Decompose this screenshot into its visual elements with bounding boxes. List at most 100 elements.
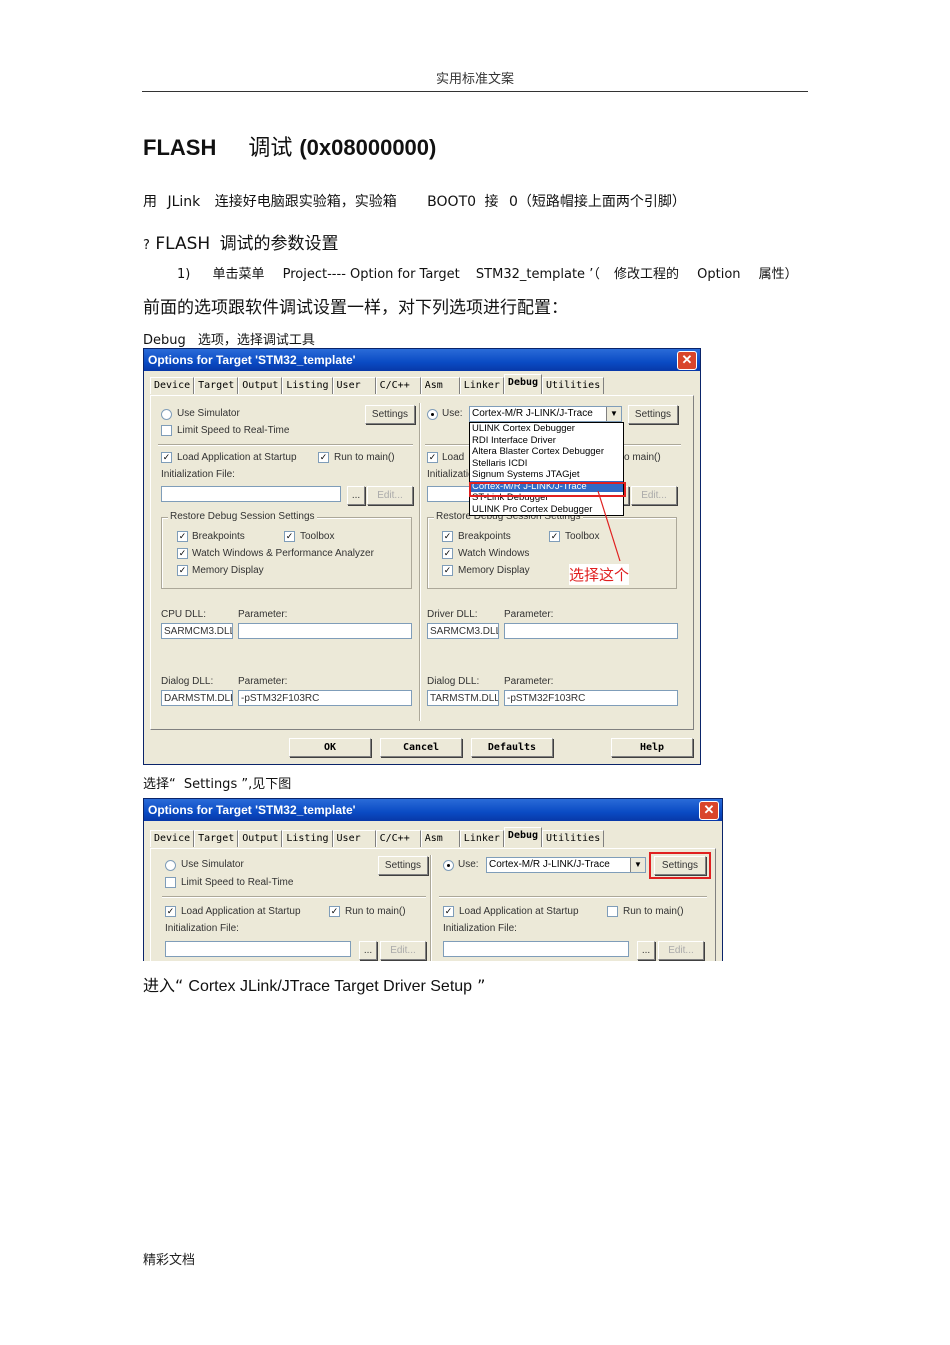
help-button[interactable]: Help xyxy=(611,738,693,757)
close-icon[interactable]: ✕ xyxy=(699,801,719,820)
tab-linker[interactable]: Linker xyxy=(459,830,504,847)
right-memory-checkbox[interactable]: ✓ xyxy=(442,565,453,576)
cpu-param-input[interactable] xyxy=(238,623,412,639)
section-title: FLASH 调试 (0x08000000) xyxy=(143,130,436,162)
defaults-button[interactable]: Defaults xyxy=(471,738,553,757)
tab-device[interactable]: Device xyxy=(150,377,195,394)
right-init-file-input[interactable] xyxy=(443,941,629,957)
text-fragment: 选择“ xyxy=(143,777,176,792)
dialog-title: Options for Target 'STM32_template' xyxy=(148,803,356,817)
tab-cpp[interactable]: C/C++ xyxy=(375,830,421,847)
tab-listing[interactable]: Listing xyxy=(282,830,333,847)
cpu-param-label: Parameter: xyxy=(238,609,288,620)
text-fragment: 进入“ xyxy=(143,976,184,995)
tab-target[interactable]: Target xyxy=(194,377,239,394)
right-edit-button[interactable]: Edit... xyxy=(631,486,677,505)
dropdown-option[interactable]: Altera Blaster Cortex Debugger xyxy=(470,446,623,458)
right-load-app-checkbox[interactable]: ✓ xyxy=(443,906,454,917)
debugger-combo[interactable]: Cortex-M/R J-LINK/J-Trace ▼ xyxy=(486,857,646,873)
tab-device[interactable]: Device xyxy=(150,830,195,847)
watch-checkbox[interactable]: ✓ xyxy=(177,548,188,559)
driver-dll-input[interactable]: SARMCM3.DLL xyxy=(427,623,499,639)
cpu-dll-input[interactable]: SARMCM3.DLL xyxy=(161,623,233,639)
right-browse-button[interactable]: ... xyxy=(637,941,655,960)
simulator-settings-button[interactable]: Settings xyxy=(365,405,415,424)
tab-target[interactable]: Target xyxy=(194,830,239,847)
use-target-radio[interactable] xyxy=(443,860,454,871)
right-edit-button[interactable]: Edit... xyxy=(658,941,704,960)
dropdown-option[interactable]: RDI Interface Driver xyxy=(470,435,623,447)
run-main-checkbox[interactable]: ✓ xyxy=(318,452,329,463)
browse-button[interactable]: ... xyxy=(359,941,377,960)
tab-utilities[interactable]: Utilities xyxy=(542,830,605,847)
panel-divider xyxy=(419,403,421,721)
dialog-dll-label: Dialog DLL: xyxy=(161,676,214,687)
text-fragment: 连接好电脑跟实验箱，实验箱 xyxy=(214,194,397,210)
tab-user[interactable]: User xyxy=(332,377,376,394)
run-main-checkbox[interactable]: ✓ xyxy=(329,906,340,917)
right-memory-label: Memory Display xyxy=(458,565,530,576)
limit-speed-checkbox[interactable] xyxy=(165,877,176,888)
tab-bar: Device Target Output Listing User C/C++ … xyxy=(150,827,605,848)
browse-button[interactable]: ... xyxy=(347,486,365,505)
right-dialog-dll-input[interactable]: TARMSTM.DLL xyxy=(427,690,499,706)
right-watch-checkbox[interactable]: ✓ xyxy=(442,548,453,559)
memory-checkbox[interactable]: ✓ xyxy=(177,565,188,576)
text-fragment: ”,见下图 xyxy=(241,777,292,792)
right-run-main-label: Run to main() xyxy=(623,906,684,917)
driver-param-label: Parameter: xyxy=(504,609,554,620)
ok-button[interactable]: OK xyxy=(289,738,371,757)
right-dialog-param-input[interactable]: -pSTM32F103RC xyxy=(504,690,678,706)
toolbox-checkbox[interactable]: ✓ xyxy=(284,531,295,542)
separator xyxy=(162,896,426,898)
tab-output[interactable]: Output xyxy=(238,377,283,394)
separator xyxy=(158,444,413,446)
text-fragment: BOOT0 xyxy=(427,194,477,210)
cancel-button[interactable]: Cancel xyxy=(380,738,462,757)
chevron-down-icon[interactable]: ▼ xyxy=(606,407,621,421)
use-simulator-radio[interactable] xyxy=(161,409,172,420)
breakpoints-checkbox[interactable]: ✓ xyxy=(177,531,188,542)
right-toolbox-checkbox[interactable]: ✓ xyxy=(549,531,560,542)
tab-cpp[interactable]: C/C++ xyxy=(375,377,421,394)
tab-user[interactable]: User xyxy=(332,830,376,847)
close-icon[interactable]: ✕ xyxy=(677,351,697,370)
right-run-main-checkbox[interactable] xyxy=(607,906,618,917)
use-simulator-radio[interactable] xyxy=(165,860,176,871)
init-file-input[interactable] xyxy=(165,941,351,957)
load-app-checkbox[interactable]: ✓ xyxy=(161,452,172,463)
simulator-settings-button[interactable]: Settings xyxy=(378,856,428,875)
tab-debug[interactable]: Debug xyxy=(503,827,543,847)
init-file-input[interactable] xyxy=(161,486,341,502)
text-fragment: Project---- Option for Target xyxy=(282,267,460,282)
right-load-app-label: Load xyxy=(442,452,465,463)
tab-listing[interactable]: Listing xyxy=(282,377,333,394)
right-load-app-checkbox[interactable]: ✓ xyxy=(427,452,438,463)
dialog-param-input[interactable]: -pSTM32F103RC xyxy=(238,690,412,706)
annotation-arrow xyxy=(597,490,621,562)
tab-debug[interactable]: Debug xyxy=(503,374,543,394)
use-simulator-label: Use Simulator xyxy=(177,408,240,419)
tab-asm[interactable]: Asm xyxy=(420,377,460,394)
tab-asm[interactable]: Asm xyxy=(420,830,460,847)
debugger-combo[interactable]: Cortex-M/R J-LINK/J-Trace ▼ xyxy=(469,406,622,422)
tab-output[interactable]: Output xyxy=(238,830,283,847)
right-breakpoints-checkbox[interactable]: ✓ xyxy=(442,531,453,542)
tab-linker[interactable]: Linker xyxy=(459,377,504,394)
dialog-dll-input[interactable]: DARMSTM.DLL xyxy=(161,690,233,706)
dropdown-option[interactable]: Stellaris ICDI xyxy=(470,458,623,470)
edit-button[interactable]: Edit... xyxy=(367,486,413,505)
chevron-down-icon[interactable]: ▼ xyxy=(630,858,645,872)
edit-button[interactable]: Edit... xyxy=(380,941,426,960)
debugger-combo-value: Cortex-M/R J-LINK/J-Trace xyxy=(472,408,593,419)
debugger-combo-value: Cortex-M/R J-LINK/J-Trace xyxy=(489,859,610,870)
limit-speed-checkbox[interactable] xyxy=(161,425,172,436)
tab-utilities[interactable]: Utilities xyxy=(542,377,605,394)
load-app-checkbox[interactable]: ✓ xyxy=(165,906,176,917)
target-settings-button[interactable]: Settings xyxy=(628,405,678,424)
driver-param-input[interactable] xyxy=(504,623,678,639)
use-target-radio[interactable] xyxy=(427,409,438,420)
dropdown-option[interactable]: Signum Systems JTAGjet xyxy=(470,469,623,481)
load-app-label: Load Application at Startup xyxy=(181,906,301,917)
dropdown-option[interactable]: ULINK Cortex Debugger xyxy=(470,423,623,435)
